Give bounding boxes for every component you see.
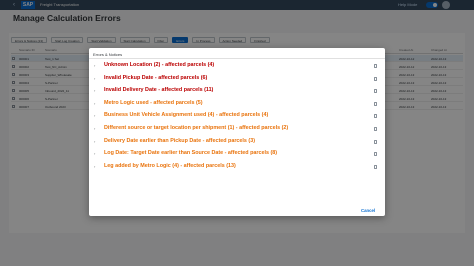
error-item-text: Invalid Pickup Date - affected parcels (…: [104, 74, 208, 81]
error-item-text: Metro Logic used - affected parcels (5): [104, 99, 203, 106]
copy-icon[interactable]: [374, 101, 377, 106]
error-item-text: Business Unit Vehicle Assignment used (4…: [104, 112, 269, 119]
error-item-text: Different source or target location per …: [104, 125, 289, 131]
chevron-right-icon[interactable]: ›: [94, 89, 95, 93]
chevron-right-icon[interactable]: ›: [94, 139, 95, 144]
chevron-right-icon[interactable]: ›: [94, 114, 95, 118]
error-item-text: Log Date: Target Date earlier than Sourc…: [104, 150, 278, 157]
cancel-button[interactable]: Cancel: [361, 208, 375, 213]
copy-icon[interactable]: [374, 164, 377, 169]
error-item[interactable]: › Business Unit Vehicle Assignment used (…: [89, 110, 385, 122]
error-item[interactable]: › Invalid Pickup Date - affected parcels …: [89, 73, 385, 85]
error-item[interactable]: › Unknown Location (2) - affected parcels…: [89, 60, 385, 72]
chevron-right-icon[interactable]: ›: [94, 101, 95, 106]
chevron-right-icon[interactable]: ›: [94, 76, 95, 81]
copy-icon[interactable]: [374, 64, 377, 68]
chevron-right-icon[interactable]: ›: [94, 127, 95, 131]
error-item[interactable]: › Leg added by Metro Logic (4) - affected…: [89, 161, 385, 173]
dialog-title: Errors & Notices: [93, 52, 123, 57]
chevron-right-icon[interactable]: ›: [94, 164, 95, 169]
chevron-right-icon[interactable]: ›: [94, 64, 95, 68]
error-item[interactable]: › Metro Logic used - affected parcels (5): [89, 98, 385, 110]
error-item[interactable]: › Invalid Delivery Date - affected parcel…: [89, 85, 385, 97]
copy-icon[interactable]: [374, 89, 377, 94]
copy-icon[interactable]: [374, 139, 377, 144]
copy-icon[interactable]: [374, 152, 377, 157]
error-item[interactable]: › Different source or target location per…: [89, 123, 385, 135]
chevron-right-icon[interactable]: ›: [94, 152, 95, 156]
error-item[interactable]: › Delivery Date earlier than Pickup Date …: [89, 136, 385, 148]
error-item-text: Invalid Delivery Date - affected parcels…: [104, 87, 214, 94]
error-item[interactable]: › Log Date: Target Date earlier than Sour…: [89, 148, 385, 160]
error-item-text: Leg added by Metro Logic (4) - affected …: [104, 162, 236, 169]
error-item-text: Delivery Date earlier than Pickup Date -…: [104, 137, 255, 144]
copy-icon[interactable]: [374, 114, 377, 119]
divider: [89, 58, 385, 59]
copy-icon[interactable]: [374, 127, 377, 131]
copy-icon[interactable]: [374, 76, 377, 81]
error-item-text: Unknown Location (2) - affected parcels …: [104, 62, 215, 68]
errors-notices-dialog: Errors & Notices › Unknown Location (2) -…: [89, 48, 385, 216]
